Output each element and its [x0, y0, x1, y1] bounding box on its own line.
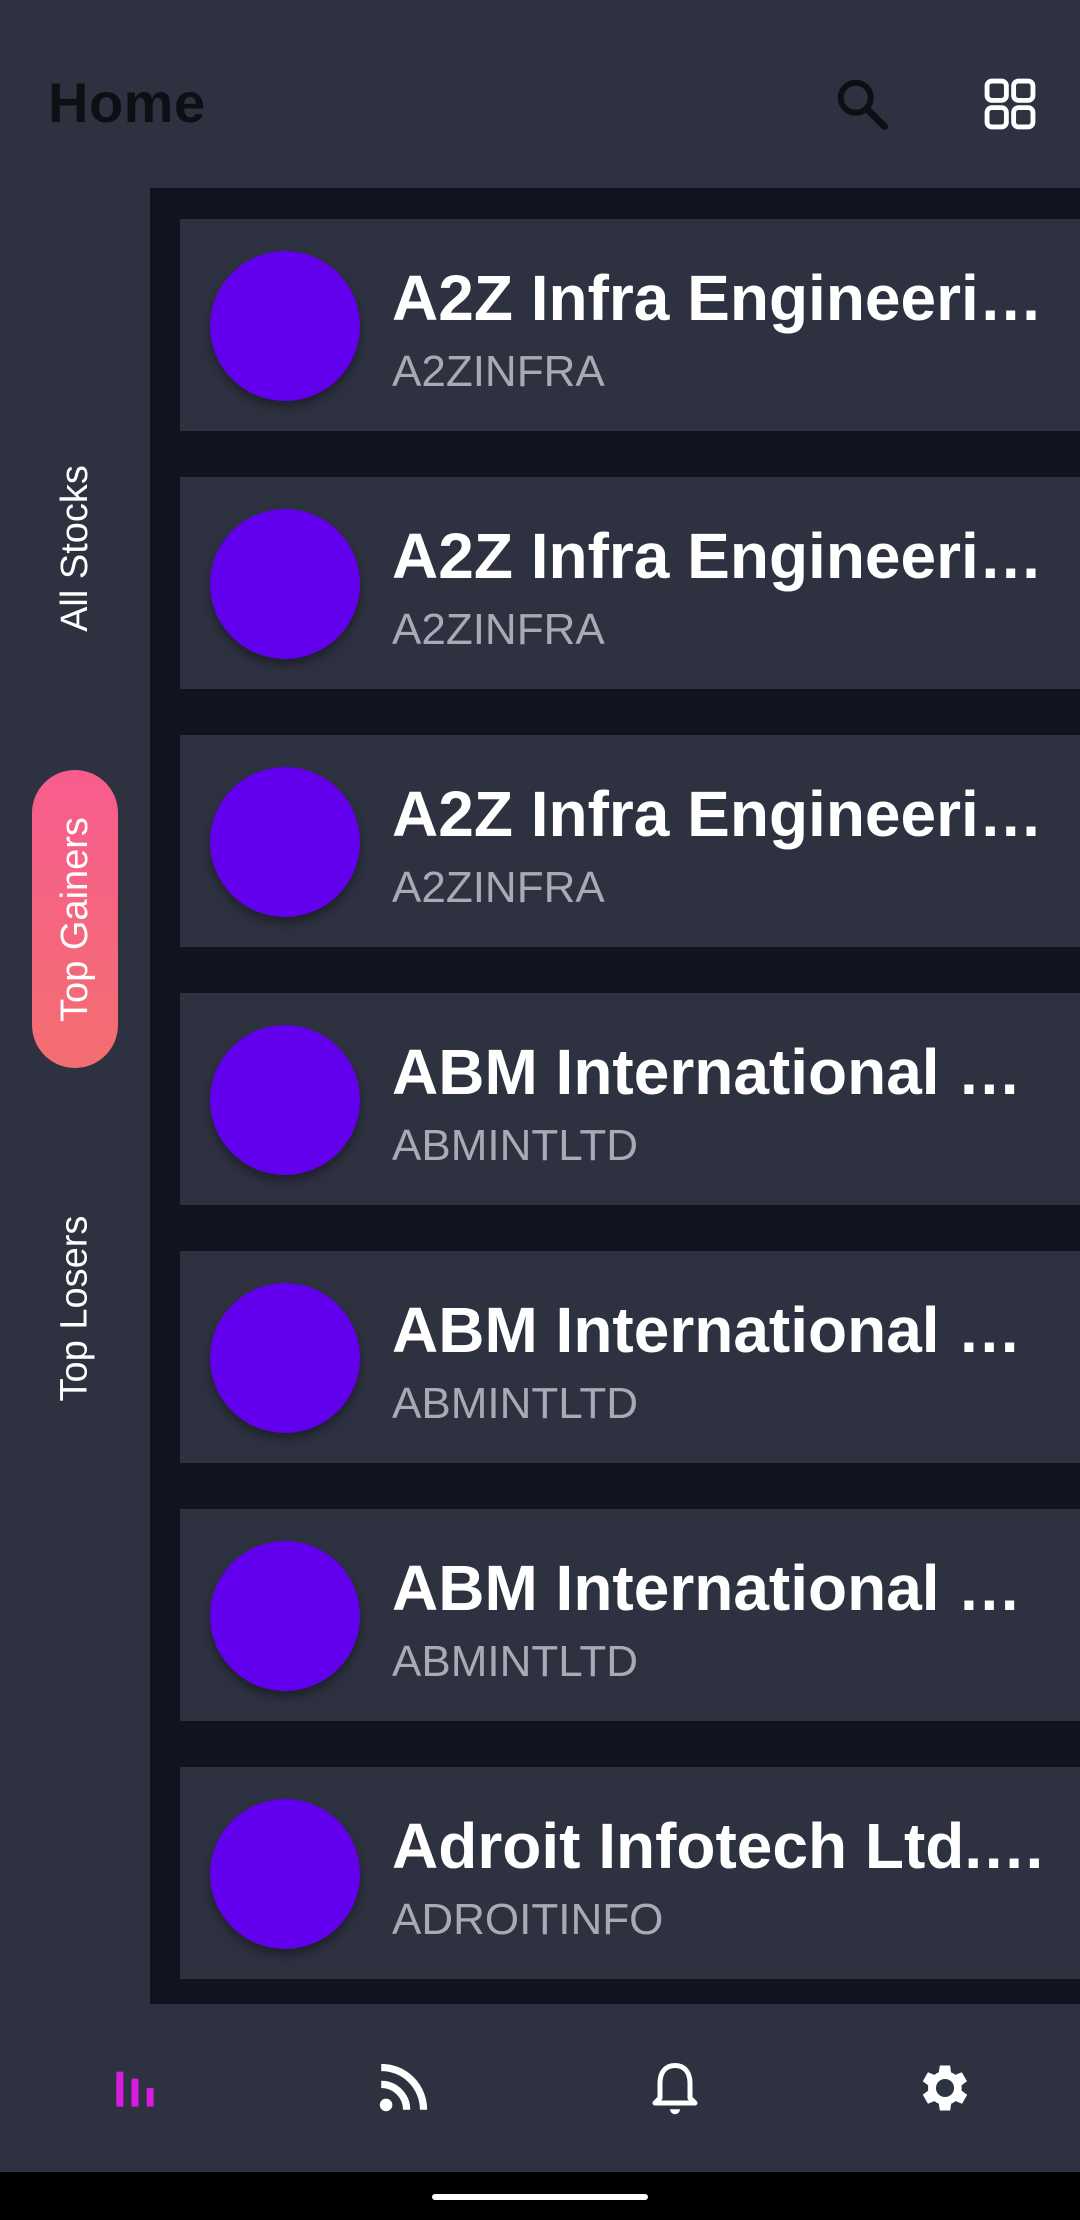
search-icon — [837, 79, 888, 130]
stock-card[interactable]: A2Z Infra Engineering Ltd. A2ZINFRA — [180, 735, 1080, 947]
stock-avatar — [210, 509, 360, 659]
stock-avatar — [210, 1283, 360, 1433]
stock-avatar — [210, 1541, 360, 1691]
stock-name: Adroit Infotech Ltd. - ADROIT — [392, 1810, 1052, 1882]
stock-avatar — [210, 1025, 360, 1175]
grid-view-button[interactable] — [970, 64, 1050, 144]
stock-symbol: ABMINTLTD — [392, 1379, 639, 1428]
side-rail: All Stocks Top Gainers Top Losers — [0, 188, 150, 2004]
tab-top-gainers[interactable]: Top Gainers — [32, 770, 118, 1068]
search-button[interactable] — [822, 64, 902, 144]
home-gesture-handle[interactable] — [432, 2194, 648, 2200]
stock-list: A2Z Infra Engineering Ltd. A2ZINFRA A2Z … — [150, 188, 1080, 2004]
stock-card[interactable]: A2Z Infra Engineering Ltd. A2ZINFRA — [180, 219, 1080, 431]
stock-symbol: ABMINTLTD — [392, 1637, 639, 1686]
rss-feed-icon — [379, 2063, 428, 2112]
nav-item-stocks[interactable] — [85, 2038, 185, 2138]
grid-view-icon — [984, 78, 1036, 130]
bar-chart-icon — [116, 2071, 154, 2107]
stock-symbol: A2ZINFRA — [392, 347, 605, 396]
tab-all-stocks[interactable]: All Stocks — [0, 428, 150, 668]
page-title: Home — [48, 71, 206, 134]
stock-symbol: A2ZINFRA — [392, 863, 605, 912]
stock-card[interactable]: Adroit Infotech Ltd. - ADROIT ADROITINFO — [180, 1767, 1080, 1979]
tab-top-gainers-label: Top Gainers — [53, 816, 96, 1022]
tab-top-losers-label: Top Losers — [53, 1215, 96, 1401]
nav-item-settings[interactable] — [895, 2038, 995, 2138]
app-bar: Home — [0, 0, 1080, 188]
bell-icon — [652, 2063, 698, 2115]
stock-card[interactable]: ABM International Ltd. ABMINTLTD — [180, 1251, 1080, 1463]
stock-avatar — [210, 1799, 360, 1949]
stock-name: A2Z Infra Engineering Ltd. — [392, 262, 1052, 334]
tab-top-losers[interactable]: Top Losers — [0, 1188, 150, 1428]
bottom-nav — [0, 2004, 1080, 2172]
stock-card[interactable]: ABM International Ltd. ABMINTLTD — [180, 1509, 1080, 1721]
stock-card[interactable]: ABM International Ltd. ABMINTLTD — [180, 993, 1080, 1205]
stock-name: ABM International Ltd. — [392, 1294, 1052, 1366]
stock-name: ABM International Ltd. — [392, 1036, 1052, 1108]
gear-icon — [922, 2065, 968, 2111]
stock-card[interactable]: A2Z Infra Engineering Ltd. A2ZINFRA — [180, 477, 1080, 689]
stock-symbol: A2ZINFRA — [392, 605, 605, 654]
stock-name: A2Z Infra Engineering Ltd. — [392, 778, 1052, 850]
nav-item-notifications[interactable] — [625, 2038, 725, 2138]
stock-avatar — [210, 251, 360, 401]
stock-symbol: ABMINTLTD — [392, 1121, 639, 1170]
stock-avatar — [210, 767, 360, 917]
stock-name: ABM International Ltd. — [392, 1552, 1052, 1624]
stock-symbol: ADROITINFO — [392, 1895, 664, 1944]
tab-all-stocks-label: All Stocks — [53, 464, 96, 632]
stock-name: A2Z Infra Engineering Ltd. — [392, 520, 1052, 592]
nav-item-feed[interactable] — [353, 2038, 453, 2138]
system-navigation-bar — [0, 2172, 1080, 2220]
